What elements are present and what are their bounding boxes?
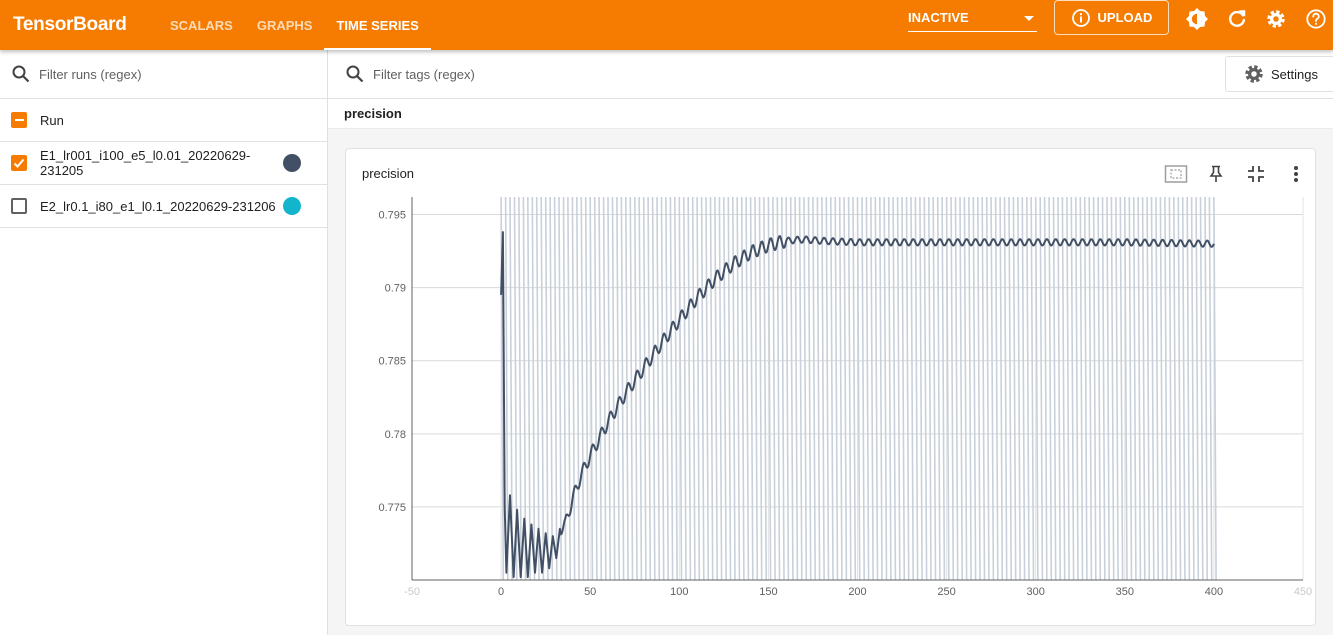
run-color-swatch[interactable] (283, 154, 301, 172)
runs-header-label: Run (40, 112, 64, 128)
search-icon (12, 65, 30, 83)
runs-sidebar: Filter runs (regex) Run E1_lr001_i100_e5… (0, 50, 328, 635)
scalar-card: precision 0.775 0.78 0.785 0.79 0.795 -5… (345, 148, 1316, 626)
run-name: E1_lr001_i100_e5_l0.01_20220629-231205 (40, 148, 251, 178)
y-tick-label: 0.78 (385, 429, 406, 441)
y-tick-label: 0.775 (378, 502, 406, 514)
x-tick-label: 0 (498, 586, 504, 598)
theme-toggle-icon[interactable] (1185, 7, 1209, 31)
x-tick-label: -50 (404, 586, 420, 598)
gear-icon[interactable] (1264, 7, 1288, 31)
x-tick-label: 250 (937, 586, 955, 598)
tab-time-series[interactable]: TIME SERIES (324, 0, 432, 50)
main-panel: Filter tags (regex) Settings precision p… (328, 50, 1333, 635)
settings-button[interactable]: Settings (1225, 56, 1333, 92)
upload-label: UPLOAD (1097, 10, 1153, 25)
search-icon (346, 65, 364, 83)
run-filter[interactable]: Filter runs (regex) (0, 50, 327, 99)
y-tick-label: 0.795 (378, 210, 406, 222)
run-name: E2_lr0.1_i80_e1_l0.1_20220629-231206 (40, 198, 276, 214)
app-logo: TensorBoard (13, 14, 127, 35)
dropdown-caret-icon (1024, 16, 1034, 21)
run-row[interactable]: E2_lr0.1_i80_e1_l0.1_20220629-231206 (0, 185, 327, 228)
x-tick-label: 400 (1205, 586, 1223, 598)
gear-icon (1245, 65, 1263, 83)
checkmark-icon (13, 158, 25, 168)
tag-group-title: precision (328, 99, 1333, 129)
raw-series-line (500, 196, 1217, 581)
upload-info-icon (1071, 8, 1090, 27)
y-tick-label: 0.79 (385, 283, 406, 295)
refresh-icon[interactable] (1225, 7, 1249, 31)
plugin-dropdown[interactable]: INACTIVE (908, 6, 1037, 32)
upload-button[interactable]: UPLOAD (1054, 0, 1169, 35)
x-tick-label: 100 (670, 586, 688, 598)
x-tick-label: 450 (1294, 586, 1312, 598)
run-row[interactable]: E1_lr001_i100_e5_l0.01_20220629-231205 (0, 142, 327, 185)
x-tick-label: 50 (584, 586, 596, 598)
line-chart[interactable]: 0.775 0.78 0.785 0.79 0.795 -50 0 50 100 150 200 25… (346, 149, 1315, 625)
x-tick-label: 350 (1116, 586, 1134, 598)
run-color-swatch[interactable] (283, 197, 301, 215)
run-checkbox[interactable] (11, 155, 27, 171)
x-tick-label: 300 (1027, 586, 1045, 598)
select-all-checkbox[interactable] (11, 112, 27, 128)
tab-scalars[interactable]: SCALARS (158, 0, 245, 50)
top-app-bar: TensorBoard SCALARS GRAPHS TIME SERIES I… (0, 0, 1333, 50)
tag-filter[interactable]: Filter tags (regex) Settings (328, 50, 1333, 99)
tag-filter-input[interactable]: Filter tags (regex) (373, 67, 475, 82)
plugin-dropdown-value: INACTIVE (908, 10, 969, 25)
runs-header-row: Run (0, 99, 327, 142)
y-tick-label: 0.785 (378, 356, 406, 368)
x-tick-label: 200 (848, 586, 866, 598)
settings-label: Settings (1271, 66, 1318, 82)
run-filter-input[interactable]: Filter runs (regex) (39, 67, 142, 82)
tab-graphs[interactable]: GRAPHS (245, 0, 325, 50)
x-tick-label: 150 (759, 586, 777, 598)
help-icon[interactable] (1304, 7, 1328, 31)
run-checkbox[interactable] (11, 198, 27, 214)
